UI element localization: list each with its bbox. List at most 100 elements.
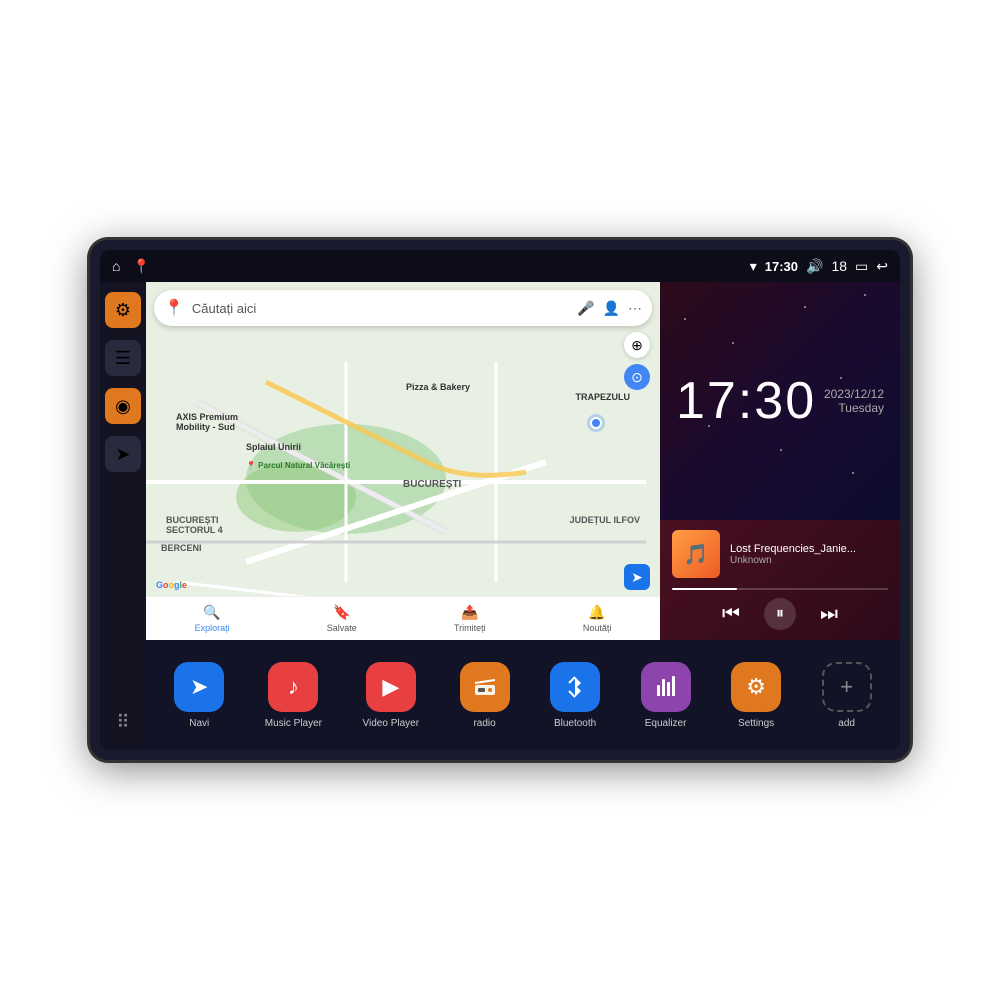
star-3 — [804, 306, 806, 308]
map-label-splaiulunit: Splaiul Unirii — [246, 442, 301, 452]
grid-icon: ⠿ — [116, 712, 129, 733]
bluetooth-icon — [550, 662, 600, 712]
clock-date-info: 2023/12/12 Tuesday — [824, 387, 884, 415]
sidebar-btn-nav[interactable]: ➤ — [105, 436, 141, 472]
main-area: ⚙ ☰ ◉ ➤ ⠿ — [100, 282, 900, 750]
radio-icon — [460, 662, 510, 712]
navi-icon: ➤ — [174, 662, 224, 712]
app-radio[interactable]: radio — [460, 662, 510, 729]
gps-button[interactable]: ⊙ — [624, 364, 650, 390]
status-bar: ⌂ 📍 ▾ 17:30 🔊 18 ▭ ↩ — [100, 250, 900, 282]
music-info-row: 🎵 Lost Frequencies_Janie... Unknown — [672, 530, 888, 578]
equalizer-label: Equalizer — [645, 718, 687, 729]
track-artist: Unknown — [730, 555, 888, 566]
settings-icon: ⚙ — [115, 300, 131, 321]
google-maps-icon: 📍 — [164, 298, 184, 318]
send-icon: 📤 — [461, 604, 478, 621]
app-music-player[interactable]: ♪ Music Player — [265, 662, 322, 729]
radio-label: radio — [473, 718, 495, 729]
volume-icon: 🔊 — [806, 258, 823, 275]
music-player-label: Music Player — [265, 718, 322, 729]
map-nav-saved[interactable]: 🔖 Salvate — [327, 604, 357, 633]
wifi-icon: ▾ — [750, 258, 757, 275]
progress-bar — [672, 588, 888, 590]
more-icon[interactable]: ⋯ — [628, 300, 642, 317]
map-svg — [146, 282, 660, 640]
music-text: Lost Frequencies_Janie... Unknown — [730, 543, 888, 566]
map-label-ilfov: JUDEȚUL ILFOV — [570, 515, 640, 525]
music-player-icon: ♪ — [268, 662, 318, 712]
progress-fill — [672, 588, 737, 590]
album-art-inner: 🎵 — [672, 530, 720, 578]
battery-icon: ▭ — [855, 258, 868, 275]
map-label-parc: 📍 Parcul Natural Văcărești — [246, 461, 350, 470]
compass[interactable]: ⊕ — [624, 332, 650, 358]
settings-label: Settings — [738, 718, 774, 729]
sidebar-btn-menu[interactable]: ☰ — [105, 340, 141, 376]
sidebar-btn-settings[interactable]: ⚙ — [105, 292, 141, 328]
map-nav-send[interactable]: 📤 Trimiteți — [454, 604, 486, 633]
map-label-berceni: BERCENI — [161, 543, 202, 553]
sidebar-btn-location[interactable]: ◉ — [105, 388, 141, 424]
app-bluetooth[interactable]: Bluetooth — [550, 662, 600, 729]
app-settings[interactable]: ⚙ Settings — [731, 662, 781, 729]
map-section[interactable]: 📍 Căutați aici 🎤 👤 ⋯ AXIS PremiumMobilit… — [146, 282, 660, 640]
bluetooth-label: Bluetooth — [554, 718, 596, 729]
location-icon: ◉ — [115, 396, 131, 417]
battery-num: 18 — [831, 258, 847, 274]
star-4 — [840, 377, 842, 379]
clock-day: Tuesday — [824, 401, 884, 415]
nav-icon: ➤ — [115, 444, 130, 465]
music-controls: ⏮ ⏸ ⏭ — [672, 598, 888, 630]
content-area: 📍 Căutați aici 🎤 👤 ⋯ AXIS PremiumMobilit… — [146, 282, 900, 750]
video-player-icon: ▶ — [366, 662, 416, 712]
app-equalizer[interactable]: Equalizer — [641, 662, 691, 729]
explore-icon: 🔍 — [203, 604, 220, 621]
menu-icon: ☰ — [115, 348, 131, 369]
play-pause-button[interactable]: ⏸ — [764, 598, 796, 630]
track-name: Lost Frequencies_Janie... — [730, 543, 888, 555]
star-7 — [852, 472, 854, 474]
navi-label: Navi — [189, 718, 209, 729]
album-art: 🎵 — [672, 530, 720, 578]
map-nav-news[interactable]: 🔔 Noutăți — [583, 604, 612, 633]
nav-arrow[interactable]: ➤ — [624, 564, 650, 590]
app-navi[interactable]: ➤ Navi — [174, 662, 224, 729]
back-icon[interactable]: ↩ — [876, 258, 888, 275]
star-2 — [732, 342, 734, 344]
home-status-icon: ⌂ — [112, 258, 120, 275]
sidebar-btn-grid[interactable]: ⠿ — [105, 704, 141, 740]
user-icon[interactable]: 👤 — [603, 300, 620, 317]
app-video-player[interactable]: ▶ Video Player — [363, 662, 420, 729]
map-label-axis: AXIS PremiumMobility - Sud — [176, 412, 238, 432]
star-1 — [684, 318, 686, 320]
map-search-bar[interactable]: 📍 Căutați aici 🎤 👤 ⋯ — [154, 290, 652, 326]
right-panel: 17:30 2023/12/12 Tuesday 🎵 — [660, 282, 900, 640]
music-widget: 🎵 Lost Frequencies_Janie... Unknown — [660, 520, 900, 640]
status-time: 17:30 — [765, 259, 798, 274]
add-icon: + — [822, 662, 872, 712]
clock-time: 17:30 — [676, 371, 816, 431]
map-nav-explore[interactable]: 🔍 Explorați — [195, 604, 230, 633]
map-container: 📍 Căutați aici 🎤 👤 ⋯ AXIS PremiumMobilit… — [146, 282, 660, 640]
top-content: 📍 Căutați aici 🎤 👤 ⋯ AXIS PremiumMobilit… — [146, 282, 900, 640]
map-label-sec4: BUCUREȘTISECTORUL 4 — [166, 515, 223, 535]
search-field[interactable]: Căutați aici — [192, 301, 569, 316]
video-player-label: Video Player — [363, 718, 420, 729]
google-logo: Google — [156, 580, 187, 590]
news-icon: 🔔 — [588, 604, 605, 621]
mic-icon[interactable]: 🎤 — [577, 300, 594, 317]
map-label-buc: BUCUREȘTI — [403, 479, 461, 490]
location-dot — [590, 417, 602, 429]
star-8 — [864, 294, 866, 296]
equalizer-icon — [641, 662, 691, 712]
map-bottom-nav: 🔍 Explorați 🔖 Salvate 📤 Trimiteți — [146, 596, 660, 640]
app-grid-section: ➤ Navi ♪ Music Player ▶ — [146, 640, 900, 750]
app-add[interactable]: + add — [822, 662, 872, 729]
map-label-trap: TRAPEZULU — [576, 392, 631, 402]
clock-date: 2023/12/12 — [824, 387, 884, 401]
app-grid: ➤ Navi ♪ Music Player ▶ — [162, 662, 884, 729]
device-screen: ⌂ 📍 ▾ 17:30 🔊 18 ▭ ↩ ⚙ ☰ — [100, 250, 900, 750]
next-button[interactable]: ⏭ — [820, 603, 838, 626]
prev-button[interactable]: ⏮ — [722, 603, 740, 626]
